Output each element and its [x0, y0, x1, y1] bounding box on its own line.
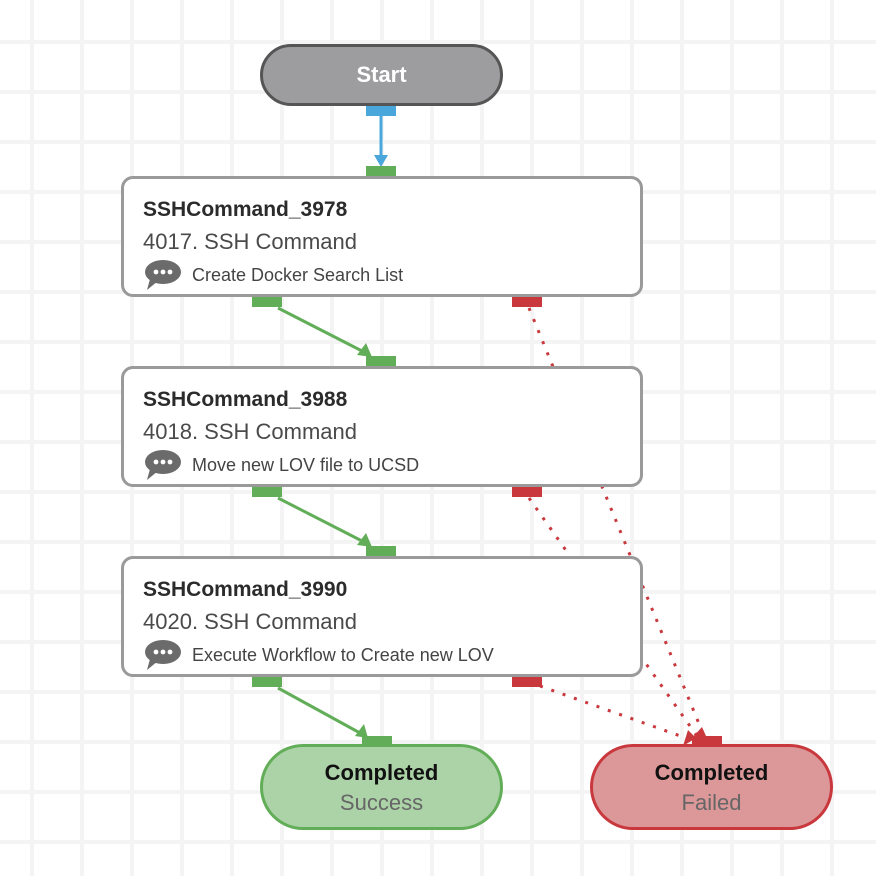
node1-failure-port[interactable]	[512, 297, 542, 307]
completed-success-node[interactable]: Completed Success	[260, 744, 503, 830]
node1-success-port[interactable]	[252, 297, 282, 307]
node-title: SSHCommand_3978	[143, 198, 348, 221]
failed-input-port[interactable]	[692, 736, 722, 746]
node2-failure-port[interactable]	[512, 487, 542, 497]
node-subtitle: 4020. SSH Command	[143, 609, 357, 634]
node-comment-text: Move new LOV file to UCSD	[192, 454, 420, 475]
failure-edge-node3-to-failed[interactable]	[539, 684, 687, 740]
end-status: Failed	[681, 790, 742, 815]
start-label: Start	[356, 62, 407, 87]
node-title: SSHCommand_3988	[143, 388, 348, 411]
end-title: Completed	[654, 760, 769, 785]
node3-success-port[interactable]	[252, 677, 282, 687]
node-comment: Execute Workflow to Create new LOV	[144, 639, 494, 671]
node3-input-port[interactable]	[366, 546, 396, 556]
node-comment: Move new LOV file to UCSD	[144, 449, 419, 481]
task-node-sshcommand-3988[interactable]: SSHCommand_3988 4018. SSH Command Move n…	[121, 366, 643, 487]
node-subtitle: 4018. SSH Command	[143, 419, 357, 444]
node3-failure-port[interactable]	[512, 677, 542, 687]
end-status: Success	[339, 790, 424, 815]
task-node-sshcommand-3978[interactable]: SSHCommand_3978 4017. SSH Command Create…	[121, 176, 643, 297]
start-node[interactable]: Start	[260, 44, 503, 106]
completed-failed-node[interactable]: Completed Failed	[590, 744, 833, 830]
node-comment: Create Docker Search List	[144, 259, 403, 291]
end-title: Completed	[324, 760, 439, 785]
node-comment-text: Create Docker Search List	[192, 264, 404, 285]
speech-bubble-icon	[145, 450, 181, 480]
node1-input-port[interactable]	[366, 166, 396, 176]
task-node-sshcommand-3990[interactable]: SSHCommand_3990 4020. SSH Command Execut…	[121, 556, 643, 677]
node-comment-text: Execute Workflow to Create new LOV	[192, 644, 494, 665]
node2-success-port[interactable]	[252, 487, 282, 497]
speech-bubble-icon	[145, 260, 181, 290]
node-subtitle: 4017. SSH Command	[143, 229, 357, 254]
node-title: SSHCommand_3990	[143, 578, 348, 601]
speech-bubble-icon	[145, 640, 181, 670]
node2-input-port[interactable]	[366, 356, 396, 366]
success-input-port[interactable]	[362, 736, 392, 746]
start-output-port[interactable]	[366, 106, 396, 116]
